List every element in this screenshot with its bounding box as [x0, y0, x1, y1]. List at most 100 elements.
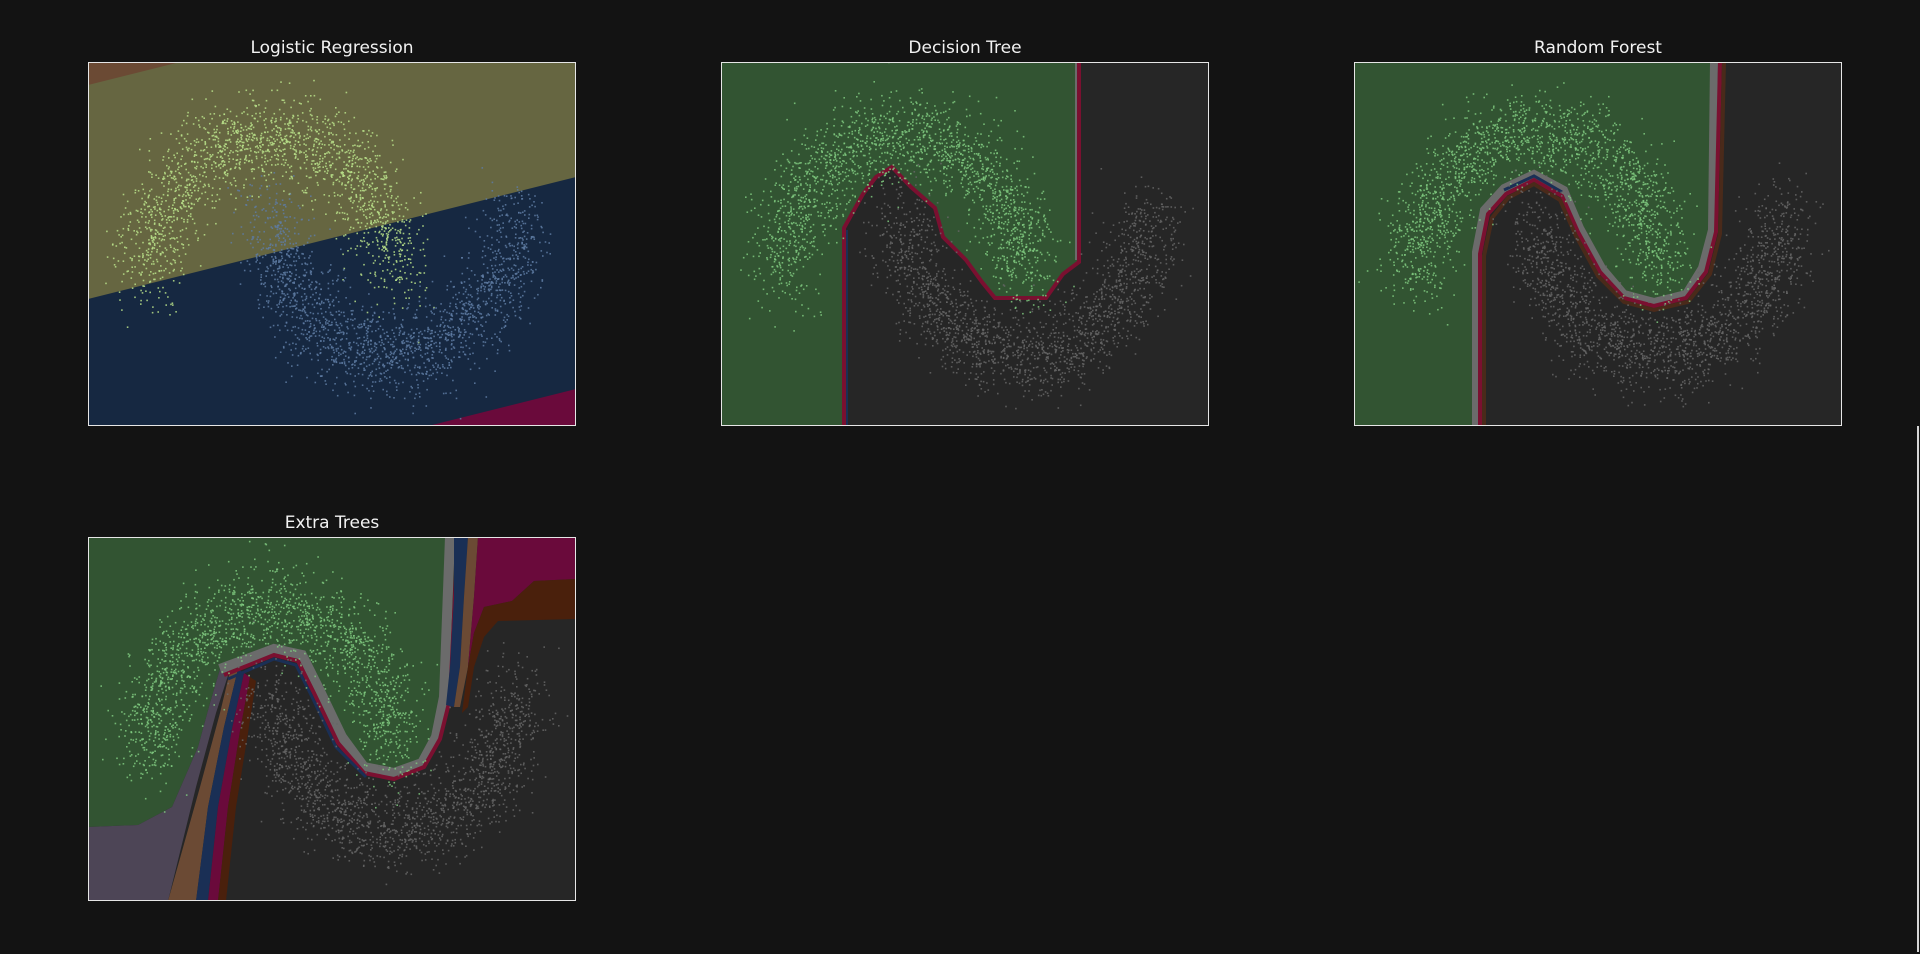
scatter-point: [303, 310, 306, 312]
scatter-point: [472, 307, 475, 309]
scatter-point: [391, 211, 394, 213]
scatter-point: [799, 259, 801, 261]
scatter-point: [1005, 291, 1008, 293]
scatter-point: [821, 203, 823, 205]
scatter-point: [161, 233, 163, 236]
scatter-point: [501, 278, 503, 281]
scatter-point: [221, 150, 224, 152]
scatter-point: [127, 227, 129, 230]
scatter-point: [122, 227, 125, 230]
scatter-point: [754, 207, 756, 209]
scatter-point: [369, 320, 371, 323]
scatter-point: [384, 205, 386, 208]
scatter-point: [518, 316, 521, 319]
scatter-point: [330, 132, 332, 134]
scatter-point: [378, 213, 380, 216]
scatter-point: [991, 259, 994, 261]
scatter-point: [226, 169, 228, 172]
scatter-point: [1023, 248, 1025, 251]
scatter-point: [967, 183, 970, 185]
scatter-point: [277, 285, 279, 288]
scatter-point: [167, 150, 169, 153]
scatter-point: [274, 261, 276, 263]
scatter-point: [215, 200, 217, 202]
scatter-point: [549, 233, 552, 235]
scatter-point: [182, 200, 185, 202]
scatter-point: [148, 274, 151, 276]
scatter-point: [498, 229, 501, 231]
scatter-point: [501, 263, 503, 266]
scatter-point: [129, 257, 132, 259]
scatter-point: [363, 204, 365, 207]
scatter-point: [180, 134, 183, 136]
scatter-point: [492, 272, 494, 274]
scatter-point: [862, 140, 864, 142]
scatter-point: [306, 320, 309, 322]
scatter-point: [162, 176, 165, 178]
scatter-point: [514, 314, 517, 317]
scatter-point: [404, 358, 407, 361]
scatter-point: [289, 289, 291, 292]
scatter-point: [999, 257, 1002, 260]
scatter-point: [967, 190, 969, 193]
scatter-point: [389, 272, 391, 275]
scatter-point: [478, 308, 480, 310]
scatter-point: [516, 186, 519, 188]
scatter-point: [348, 120, 350, 123]
scatter-point: [835, 170, 837, 172]
scatter-point: [310, 126, 312, 128]
scatter-point: [534, 214, 536, 217]
scatter-point: [1000, 243, 1003, 246]
scatter-point: [834, 167, 836, 170]
scatter-point: [462, 346, 464, 349]
scatter-point: [163, 177, 166, 180]
scatter-point: [361, 373, 364, 376]
scatter-point: [131, 259, 133, 262]
scatter-point: [211, 153, 214, 156]
scatter-point: [251, 99, 254, 102]
scatter-point: [338, 352, 340, 354]
scatter-point: [991, 242, 993, 244]
scatter-point: [278, 221, 281, 223]
scatter-point: [266, 160, 269, 162]
scatter-point: [773, 260, 776, 263]
scatter-point: [290, 201, 293, 203]
scatter-point: [304, 189, 307, 192]
scatter-point: [915, 118, 918, 121]
scatter-point: [149, 257, 152, 259]
scatter-point: [931, 117, 933, 120]
scatter-point: [432, 364, 434, 367]
scatter-point: [510, 195, 512, 197]
scatter-point: [158, 223, 161, 225]
scatter-point: [503, 316, 506, 319]
scatter-point: [806, 233, 808, 236]
scatter-point: [274, 278, 276, 281]
scatter-point: [532, 235, 534, 238]
scatter-point: [806, 137, 809, 139]
scatter-point: [399, 232, 402, 234]
scatter-point: [788, 215, 791, 217]
scatter-point: [189, 174, 192, 176]
scatter-point: [256, 259, 258, 261]
scatter-point: [1027, 186, 1030, 189]
scatter-point: [270, 290, 272, 293]
scatter-point: [485, 321, 487, 323]
scatter-point: [357, 221, 359, 224]
scatter-point: [390, 367, 393, 369]
scatter-point: [467, 293, 470, 296]
scatter-point: [998, 282, 1000, 284]
scatter-point: [484, 286, 486, 288]
scatter-point: [286, 140, 289, 143]
scatter-point: [266, 139, 268, 142]
scatter-point: [784, 292, 786, 294]
scatter-point: [1041, 289, 1044, 291]
scatter-point: [302, 303, 304, 306]
scatter-point: [1044, 220, 1046, 223]
scatter-point: [189, 197, 191, 199]
scatter-point: [351, 165, 353, 168]
scatter-point: [339, 176, 341, 178]
scatter-point: [279, 301, 281, 303]
scatter-point: [522, 211, 524, 214]
scatter-point: [173, 251, 176, 253]
scatter-point: [838, 182, 841, 184]
